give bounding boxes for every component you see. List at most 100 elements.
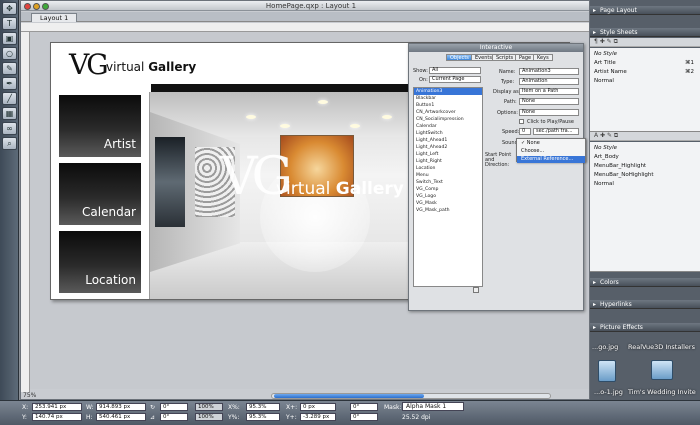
document-file-icon[interactable] xyxy=(651,360,673,380)
object-list-item[interactable]: Light_Ahead1 xyxy=(414,137,482,144)
options-select[interactable]: None xyxy=(519,109,579,116)
object-list-item[interactable]: Location xyxy=(414,165,482,172)
site-logo-text[interactable]: virtual Gallery xyxy=(106,60,196,74)
picture-skew-field[interactable]: 0° xyxy=(350,413,378,421)
object-list-item[interactable]: VG_Mask xyxy=(414,200,482,207)
vertical-ruler[interactable] xyxy=(21,32,30,392)
character-style-item[interactable]: MenuBar_Highlight xyxy=(594,163,696,170)
y-scale-field[interactable]: 95.3% xyxy=(246,413,280,421)
line-tool-icon[interactable]: ╱ xyxy=(2,92,17,105)
zoom-tool-icon[interactable]: ⌕ xyxy=(2,137,17,150)
character-style-item[interactable]: Art_Body xyxy=(594,154,696,161)
x-field[interactable]: 253.941 px xyxy=(32,403,82,411)
sound-menu-none[interactable]: ✓ None xyxy=(517,140,585,147)
speed-unit-select[interactable]: sec./path tra... xyxy=(533,128,579,135)
nav-artist-box[interactable]: Artist xyxy=(59,95,141,157)
sound-menu-external-reference[interactable]: External Reference... xyxy=(517,156,585,163)
interactive-title[interactable]: Interactive xyxy=(409,44,583,52)
options-label: Options: xyxy=(497,110,518,116)
nav-location-box[interactable]: Location xyxy=(59,231,141,293)
vg-logo-mark[interactable]: VG xyxy=(69,48,109,81)
mask-select[interactable]: Alpha Mask 1 xyxy=(402,402,464,411)
object-list-item[interactable]: Calendar xyxy=(414,123,482,130)
horizontal-ruler[interactable] xyxy=(21,23,589,32)
name-field[interactable]: Animation3 xyxy=(519,68,579,75)
on-select[interactable]: Current Page xyxy=(429,76,481,83)
item-tool-icon[interactable]: ✥ xyxy=(2,2,17,15)
style-sheets-header[interactable]: Style Sheets xyxy=(590,28,700,37)
h-field[interactable]: 540.461 px xyxy=(96,413,146,421)
image-file-icon[interactable] xyxy=(598,360,616,382)
nav-calendar-box[interactable]: Calendar xyxy=(59,163,141,225)
object-list-item[interactable]: Switch_Text xyxy=(414,179,482,186)
paragraph-style-item[interactable]: Normal xyxy=(594,78,696,85)
on-label: On: xyxy=(419,77,428,83)
object-list[interactable]: Animation3 Blackbar Button1 CN_Artworkcover… xyxy=(413,87,483,287)
desktop-folder-label[interactable]: RealVue3D Installers xyxy=(628,343,695,351)
character-style-item[interactable]: No Style xyxy=(594,145,696,152)
object-list-item[interactable]: Button1 xyxy=(414,102,482,109)
bezier-tool-icon[interactable]: ✎ xyxy=(2,62,17,75)
opacity-field-2[interactable]: 100% xyxy=(195,413,223,421)
hyperlinks-header[interactable]: Hyperlinks xyxy=(590,300,700,309)
link-tool-icon[interactable]: ∞ xyxy=(2,122,17,135)
character-style-item[interactable]: MenuBar_NoHighlight xyxy=(594,172,696,179)
zoom-level[interactable]: 75% xyxy=(23,392,63,400)
rotation-field[interactable]: 0° xyxy=(160,403,188,411)
y-offset-field[interactable]: -3.289 px xyxy=(300,413,336,421)
object-list-item[interactable]: Light_Right xyxy=(414,158,482,165)
object-list-item[interactable]: LightSwitch xyxy=(414,130,482,137)
horizontal-scrollbar[interactable] xyxy=(271,393,551,399)
object-list-item[interactable]: Menu xyxy=(414,172,482,179)
picture-effects-header[interactable]: Picture Effects xyxy=(590,323,700,332)
click-to-play-checkbox[interactable] xyxy=(519,119,524,124)
picture-rotation-field[interactable]: 0° xyxy=(350,403,378,411)
picture-tool-icon[interactable]: ▣ xyxy=(2,32,17,45)
table-tool-icon[interactable]: ▦ xyxy=(2,107,17,120)
tab-layout-1[interactable]: Layout 1 xyxy=(31,13,78,22)
object-list-item[interactable]: Light_Left xyxy=(414,151,482,158)
tab-keys[interactable]: Keys xyxy=(533,54,553,61)
tab-scripts[interactable]: Scripts xyxy=(492,54,518,61)
object-list-item[interactable]: Animation3 xyxy=(414,88,482,95)
paragraph-style-item[interactable]: No Style xyxy=(594,51,696,58)
scrollbar-thumb[interactable] xyxy=(274,394,424,398)
character-styles-list[interactable]: No Style Art_Body MenuBar_Highlight MenuBar… xyxy=(590,142,700,272)
paragraph-style-item[interactable]: Artist Name ⌘2 xyxy=(594,69,696,76)
display-as-select[interactable]: Item on a Path xyxy=(519,88,579,95)
object-list-item[interactable]: VG_Mask_path xyxy=(414,207,482,214)
desktop-file-label[interactable]: ...o-1.jpg xyxy=(594,388,623,396)
zoom-button[interactable] xyxy=(42,3,49,10)
minimize-button[interactable] xyxy=(33,3,40,10)
oval-tool-icon[interactable]: ○ xyxy=(2,47,17,60)
object-list-item[interactable]: Light_Ahead2 xyxy=(414,144,482,151)
y-field[interactable]: 140.74 px xyxy=(32,413,82,421)
x-scale-field[interactable]: 95.3% xyxy=(246,403,280,411)
path-select[interactable]: None xyxy=(519,98,579,105)
show-select[interactable]: All xyxy=(429,67,481,74)
w-field[interactable]: 914.893 px xyxy=(96,403,146,411)
x-offset-field[interactable]: 0 px xyxy=(300,403,336,411)
object-list-item[interactable]: VG_Comp xyxy=(414,186,482,193)
character-style-item[interactable]: Normal xyxy=(594,181,696,188)
tab-objects[interactable]: Objects xyxy=(446,54,473,61)
page-layout-header[interactable]: Page Layout xyxy=(590,6,700,15)
paragraph-styles-list[interactable]: No Style Art Title ⌘1 Artist Name ⌘2 Normal xyxy=(590,48,700,132)
sound-menu-choose[interactable]: Choose... xyxy=(517,148,585,155)
pen-tool-icon[interactable]: ✒ xyxy=(2,77,17,90)
desktop-file-label[interactable]: ...go.jpg xyxy=(592,343,618,351)
colors-header[interactable]: Colors xyxy=(590,278,700,287)
close-button[interactable] xyxy=(24,3,31,10)
object-list-item[interactable]: VG_Logo xyxy=(414,193,482,200)
object-list-item[interactable]: CN_Artworkcover xyxy=(414,109,482,116)
paragraph-style-item[interactable]: Art Title ⌘1 xyxy=(594,60,696,67)
skew-field[interactable]: 0° xyxy=(160,413,188,421)
speed-field[interactable]: 0 xyxy=(519,128,531,135)
resize-grip-icon[interactable] xyxy=(473,287,479,293)
type-select[interactable]: Animation xyxy=(519,78,579,85)
object-list-item[interactable]: CN_Socialimpression xyxy=(414,116,482,123)
text-tool-icon[interactable]: T xyxy=(2,17,17,30)
desktop-file-label[interactable]: Tim's Wedding Invite xyxy=(628,388,696,396)
object-list-item[interactable]: Blackbar xyxy=(414,95,482,102)
opacity-field[interactable]: 100% xyxy=(195,403,223,411)
